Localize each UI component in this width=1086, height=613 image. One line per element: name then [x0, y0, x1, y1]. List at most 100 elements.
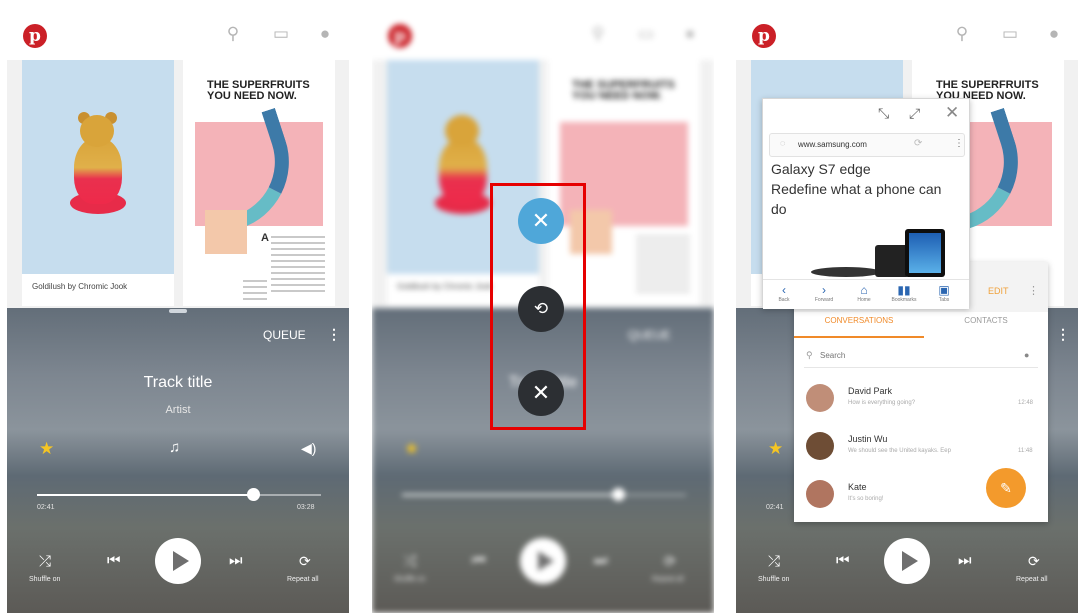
previous-track-icon[interactable]: ⏮ [836, 552, 850, 569]
pinterest-topbar: p ⚲ ▭ ● [736, 0, 1078, 60]
bookmarks-button[interactable]: ▮▮ Bookmarks [887, 283, 921, 304]
previous-track-icon[interactable]: ⏮ [107, 552, 121, 569]
track-title: Track title [143, 374, 213, 391]
message-icon[interactable]: ▭ [1000, 24, 1020, 44]
pin-card[interactable]: Goldilush by Chromic Jook [22, 60, 174, 306]
back-button[interactable]: ‹ Back [767, 283, 801, 304]
message-preview: How is everything going? [848, 400, 916, 406]
reload-icon[interactable]: ⟳ [914, 138, 922, 149]
seek-bar-fill [37, 494, 253, 496]
galaxy-image [875, 245, 909, 277]
message-icon: ▭ [637, 24, 655, 43]
play-button[interactable] [155, 538, 201, 584]
shuffle-icon[interactable]: ⤮ [768, 553, 780, 570]
more-options-icon[interactable]: ⋮ [327, 326, 341, 343]
message-preview: It's so boring! [848, 496, 884, 502]
seek-knob[interactable] [246, 488, 260, 501]
play-button[interactable] [884, 538, 930, 584]
pin-headline: THE SUPERFRUITS YOU NEED NOW. [572, 79, 675, 102]
favorite-star-icon: ★ [404, 439, 420, 458]
phone-screen-1: p ⚲ ▭ ● Goldilush by Chromic Jook THE SU… [7, 0, 349, 613]
close-split-icon[interactable]: ✕ [518, 370, 564, 416]
pinterest-topbar: p ⚲ ▭ ● [372, 0, 714, 60]
conversation-item[interactable]: David Park How is everything going? 12:4… [794, 378, 1048, 422]
more-options-icon[interactable]: ⋮ [954, 138, 964, 149]
pinterest-logo[interactable]: p [752, 24, 776, 48]
pin-caption: Goldilush by Chromic Jook [397, 282, 493, 291]
repeat-label: Repeat all [1016, 576, 1048, 583]
forward-icon: › [822, 283, 826, 297]
home-icon: ⌂ [860, 283, 868, 297]
message-time: 12:48 [1018, 400, 1034, 406]
pinterest-logo[interactable]: p [23, 24, 47, 48]
shuffle-label: Shuffle on [29, 576, 61, 583]
play-button [520, 538, 566, 584]
repeat-icon[interactable]: ⟳ [299, 553, 311, 570]
forward-button[interactable]: › Forward [807, 283, 841, 304]
search-icon[interactable]: ⚲ [952, 24, 972, 44]
close-window-icon[interactable]: ✕ [518, 198, 564, 244]
bear-shape [80, 115, 114, 147]
tab-contacts[interactable]: CONTACTS [924, 316, 1048, 325]
user-icon[interactable]: ● [315, 24, 335, 44]
split-handle[interactable] [169, 309, 187, 313]
volume-icon[interactable]: ◀) [301, 440, 316, 457]
bear-shape [445, 115, 479, 147]
more-options-icon[interactable]: ⋮ [1028, 284, 1039, 297]
repeat-label: Repeat all [287, 576, 319, 583]
galaxy-image [909, 233, 941, 273]
seek-bar-fill [402, 494, 618, 496]
repeat-icon[interactable]: ⟳ [1028, 553, 1040, 570]
tab-conversations[interactable]: CONVERSATIONS [794, 316, 924, 325]
swap-windows-icon[interactable]: ⟲ [518, 286, 564, 332]
search-icon: ⚲ [591, 24, 605, 43]
search-input[interactable] [820, 351, 1010, 360]
artist-name: Artist [165, 404, 191, 416]
more-options-icon[interactable]: ⋮ [1056, 326, 1070, 343]
tabs-button[interactable]: ▣ Tabs [927, 283, 961, 304]
browser-nav-bar: ‹ Back › Forward ⌂ Home ▮▮ Bookmarks ▣ Tabs [763, 279, 969, 309]
pin-subhead: A [261, 232, 269, 244]
equalizer-icon[interactable]: ♫ [169, 439, 180, 456]
shuffle-icon[interactable]: ⤮ [39, 553, 51, 570]
nav-label: Forward [814, 297, 834, 303]
browser-popup: ⤡ ⤢ ✕ ◌ www.samsung.com ⟳ ⋮ Galaxy S7 ed… [762, 98, 970, 309]
page-subheadline: Redefine what a phone can do [771, 181, 942, 217]
address-bar[interactable]: ◌ www.samsung.com ⟳ ⋮ [769, 133, 965, 157]
shuffle-icon: ⤮ [404, 553, 417, 570]
avatar [806, 384, 834, 412]
elapsed-time: 02:41 [37, 504, 55, 511]
user-icon: ● [684, 24, 696, 43]
text-lines [243, 280, 267, 304]
minimize-icon[interactable]: ⤡ [878, 105, 889, 122]
close-icon[interactable]: ✕ [945, 103, 959, 123]
shuffle-label: Shuffle on [394, 576, 426, 583]
user-icon[interactable]: ● [1044, 24, 1064, 44]
home-button[interactable]: ⌂ Home [847, 283, 881, 304]
favorite-star-icon[interactable]: ★ [768, 439, 783, 459]
bookmarks-icon: ▮▮ [897, 283, 911, 297]
message-preview: We should see the United kayaks. Eep [848, 448, 951, 454]
conversation-item[interactable]: Justin Wu We should see the United kayak… [794, 426, 1048, 470]
seek-knob [611, 488, 625, 501]
maximize-icon[interactable]: ⤢ [909, 105, 920, 122]
play-icon [173, 551, 189, 571]
queue-button[interactable]: QUEUE [263, 328, 306, 342]
queue-button: QUEUE [628, 328, 671, 342]
play-icon [538, 551, 554, 571]
microphone-icon[interactable]: ● [1024, 350, 1029, 360]
compose-button[interactable]: ✎ [986, 468, 1026, 508]
next-track-icon[interactable]: ⏭ [229, 552, 243, 569]
next-track-icon: ⏭ [594, 552, 608, 569]
next-track-icon[interactable]: ⏭ [958, 552, 972, 569]
tab-indicator [794, 336, 924, 338]
phone-screen-3: p ⚲ ▭ ● THE SUPERFRUITS YOU NEED NOW. ⋮ … [736, 0, 1078, 613]
message-icon[interactable]: ▭ [271, 24, 291, 44]
nav-label: Tabs [938, 297, 950, 303]
search-icon[interactable]: ⚲ [223, 24, 243, 44]
nav-label: Bookmarks [891, 297, 917, 303]
pin-card[interactable]: THE SUPERFRUITS YOU NEED NOW. A [183, 60, 335, 306]
phone-screen-2: p ⚲ ▭ ● Goldilush by Chromic Jook THE SU… [372, 0, 714, 613]
edit-button[interactable]: EDIT [988, 286, 1009, 296]
favorite-star-icon[interactable]: ★ [39, 439, 54, 459]
